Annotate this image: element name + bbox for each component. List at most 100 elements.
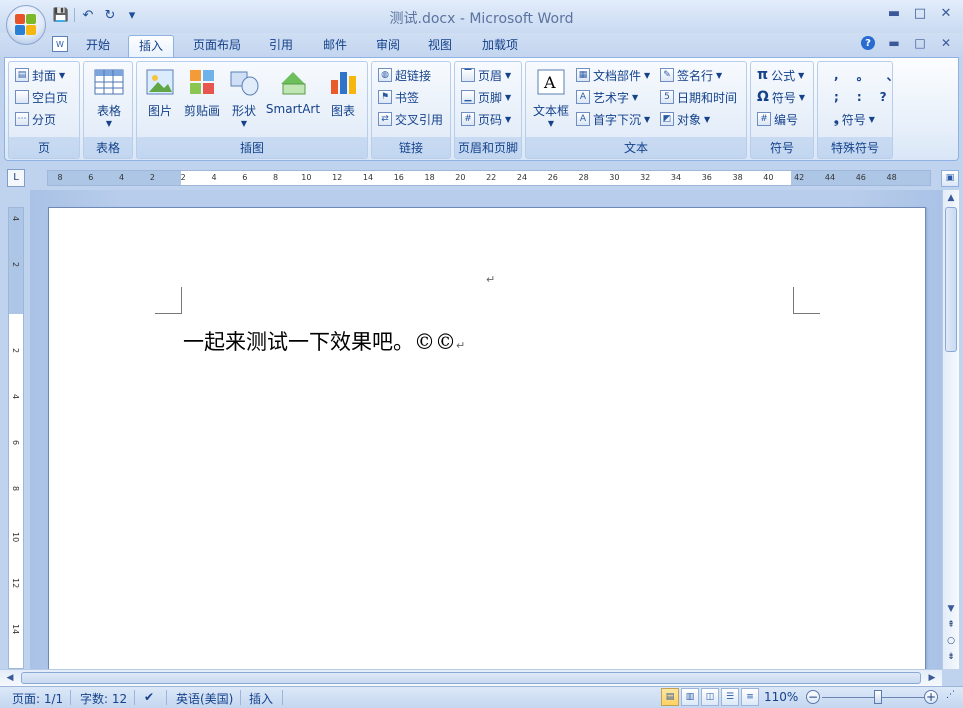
signature-icon: ✎ bbox=[660, 68, 674, 82]
header-paragraph-mark: ↵ bbox=[486, 273, 496, 286]
minimize-button[interactable]: ▬ bbox=[887, 6, 901, 21]
cover-page-button[interactable]: ▤ 封面 ▼ bbox=[15, 66, 65, 84]
chart-button[interactable]: 图表 bbox=[325, 66, 361, 119]
ruler-tick-label: 20 bbox=[455, 173, 466, 182]
print-layout-view-icon[interactable]: ▤ bbox=[661, 688, 679, 706]
page-number-button[interactable]: # 页码 ▼ bbox=[461, 110, 511, 128]
scroll-right-arrow[interactable]: ▶ bbox=[924, 670, 940, 686]
next-page-icon[interactable]: ⇟ bbox=[943, 652, 959, 662]
page-break-button[interactable]: ⋯ 分页 bbox=[15, 110, 56, 128]
zoom-slider-thumb[interactable] bbox=[873, 690, 882, 704]
table-button[interactable]: 表格 ▼ bbox=[89, 66, 129, 128]
vertical-scrollbar[interactable]: ▲ ▼ ⇞ ○ ⇟ bbox=[942, 190, 959, 669]
enumeration-comma-symbol[interactable]: 、 bbox=[887, 67, 899, 84]
zoom-out-button[interactable]: − bbox=[806, 690, 820, 704]
outline-view-icon[interactable]: ☰ bbox=[721, 688, 739, 706]
scroll-up-arrow[interactable]: ▲ bbox=[943, 190, 959, 206]
tab-page-layout[interactable]: 页面布局 bbox=[184, 35, 250, 57]
clipart-button[interactable]: 剪贴画 bbox=[181, 66, 223, 119]
quick-parts-button[interactable]: ▦ 文档部件 ▼ bbox=[576, 66, 650, 84]
smartart-button[interactable]: SmartArt bbox=[265, 66, 321, 116]
help-icon[interactable]: ? bbox=[861, 36, 875, 50]
vertical-ruler[interactable]: 4 2 2 4 6 8 10 12 14 bbox=[8, 207, 24, 669]
cross-reference-button[interactable]: ⇄ 交叉引用 bbox=[378, 110, 443, 128]
drop-cap-icon: A bbox=[576, 112, 590, 126]
ruler-tick-label: 2 bbox=[149, 173, 155, 182]
scroll-down-arrow[interactable]: ▼ bbox=[943, 601, 959, 617]
group-header-footer: ▔ 页眉 ▼ ▁ 页脚 ▼ # 页码 ▼ 页眉和页脚 bbox=[454, 61, 522, 159]
drop-cap-button[interactable]: A 首字下沉 ▼ bbox=[576, 110, 650, 128]
ruler-tick-label: 46 bbox=[855, 173, 866, 182]
chevron-down-icon: ▼ bbox=[704, 114, 711, 124]
header-button[interactable]: ▔ 页眉 ▼ bbox=[461, 66, 511, 84]
symbol-button[interactable]: Ω 符号 ▼ bbox=[757, 88, 805, 106]
page-count[interactable]: 页面: 1/1 bbox=[12, 690, 63, 707]
date-time-button[interactable]: 5 日期和时间 bbox=[660, 88, 737, 106]
doc-restore-button[interactable]: □ bbox=[913, 36, 927, 50]
tab-mailings[interactable]: 邮件 bbox=[312, 35, 358, 57]
doc-minimize-button[interactable]: ▬ bbox=[887, 36, 901, 50]
semicolon-symbol[interactable]: ; bbox=[834, 90, 839, 104]
browse-object-icon[interactable]: ○ bbox=[943, 636, 959, 646]
hyperlink-button[interactable]: ◍ 超链接 bbox=[378, 66, 431, 84]
tab-references[interactable]: 引用 bbox=[258, 35, 304, 57]
word-count[interactable]: 字数: 12 bbox=[80, 690, 127, 707]
colon-symbol[interactable]: : bbox=[857, 90, 862, 104]
tab-home[interactable]: 开始 bbox=[76, 35, 120, 57]
close-button[interactable]: ✕ bbox=[939, 6, 953, 21]
ruler-tick-label: 6 bbox=[242, 173, 248, 182]
picture-button[interactable]: 图片 bbox=[143, 66, 177, 119]
vertical-scroll-thumb[interactable] bbox=[945, 207, 957, 352]
textbox-button[interactable]: A 文本框 ▼ bbox=[530, 66, 572, 128]
footer-button[interactable]: ▁ 页脚 ▼ bbox=[461, 88, 511, 106]
full-screen-reading-icon[interactable]: ▥ bbox=[681, 688, 699, 706]
tab-view[interactable]: 视图 bbox=[418, 35, 462, 57]
draft-view-icon[interactable]: ≡ bbox=[741, 688, 759, 706]
title-bar: 💾 ↶ ↻ ▾ 测试.docx - Microsoft Word ▬ □ ✕ bbox=[0, 0, 963, 33]
equation-button[interactable]: π 公式 ▼ bbox=[757, 66, 804, 84]
view-ruler-button[interactable]: ▣ bbox=[941, 170, 959, 187]
tab-review[interactable]: 审阅 bbox=[366, 35, 410, 57]
horizontal-ruler[interactable]: 8 6 4 2 2 4 6 8 10 12 14 16 18 20 22 24 26 28 30 32 34 36 38 40… bbox=[47, 170, 931, 186]
bookmark-button[interactable]: ⚑ 书签 bbox=[378, 88, 419, 106]
office-logo-icon bbox=[15, 14, 37, 36]
period-symbol[interactable]: 。 bbox=[857, 67, 869, 84]
proofing-icon[interactable]: ✔ bbox=[144, 690, 154, 704]
maximize-button[interactable]: □ bbox=[913, 6, 927, 21]
object-button[interactable]: ◩ 对象 ▼ bbox=[660, 110, 710, 128]
horizontal-scroll-thumb[interactable] bbox=[21, 672, 921, 684]
vertical-ruler-tick-label: 14 bbox=[11, 624, 20, 635]
signature-line-button[interactable]: ✎ 签名行 ▼ bbox=[660, 66, 722, 84]
question-symbol[interactable]: ? bbox=[880, 90, 887, 104]
zoom-in-button[interactable]: + bbox=[924, 690, 938, 704]
chevron-down-icon: ▼ bbox=[716, 70, 723, 80]
page-number-icon: # bbox=[461, 112, 475, 126]
language-indicator[interactable]: 英语(美国) bbox=[176, 690, 233, 707]
ruler-tick-label: 32 bbox=[640, 173, 651, 182]
group-label-text: 文本 bbox=[623, 141, 648, 155]
office-button[interactable] bbox=[6, 5, 46, 45]
previous-page-icon[interactable]: ⇞ bbox=[943, 620, 959, 630]
chevron-down-icon: ▼ bbox=[59, 70, 66, 80]
shapes-button[interactable]: 形状 ▼ bbox=[227, 66, 261, 128]
blank-page-icon bbox=[15, 90, 29, 104]
horizontal-scrollbar[interactable]: ◀ ▶ bbox=[0, 669, 942, 686]
tab-insert[interactable]: 插入 bbox=[128, 35, 174, 57]
comma-symbol[interactable]: , bbox=[834, 68, 839, 82]
doc-close-button[interactable]: ✕ bbox=[939, 36, 953, 50]
numbering-button[interactable]: # 编号 bbox=[757, 110, 798, 128]
tab-addins[interactable]: 加载项 bbox=[472, 35, 528, 57]
scroll-left-arrow[interactable]: ◀ bbox=[2, 670, 18, 686]
tab-selector[interactable]: L bbox=[7, 169, 25, 187]
resize-grip-icon[interactable]: ⋰ bbox=[946, 690, 955, 700]
web-layout-icon[interactable]: ◫ bbox=[701, 688, 719, 706]
blank-page-button[interactable]: 空白页 bbox=[15, 88, 68, 106]
wordart-button[interactable]: A 艺术字 ▼ bbox=[576, 88, 638, 106]
document-icon[interactable]: W bbox=[52, 36, 68, 52]
document-text[interactable]: 一起来测试一下效果吧。©©↵ bbox=[183, 326, 465, 356]
picture-icon bbox=[144, 66, 176, 98]
special-symbol-button[interactable]: ❟ 符号 ▼ bbox=[834, 110, 875, 128]
ruler-tick-label: 34 bbox=[670, 173, 682, 182]
insert-mode-indicator[interactable]: 插入 bbox=[249, 690, 273, 707]
zoom-level[interactable]: 110% bbox=[764, 690, 798, 704]
